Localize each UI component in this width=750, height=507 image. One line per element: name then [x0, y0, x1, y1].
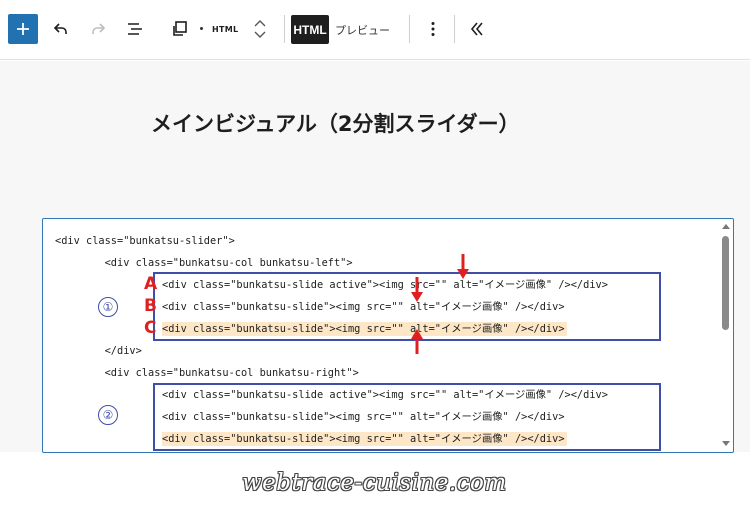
- code-line[interactable]: <div class="bunkatsu-col bunkatsu-left">: [55, 256, 353, 270]
- arrow-down-icon: [457, 254, 469, 279]
- watermark-text: webtrace-cuisine.com: [242, 470, 507, 496]
- redo-button[interactable]: [82, 13, 114, 45]
- toolbar-divider: [409, 15, 410, 43]
- document-outline-button[interactable]: [119, 13, 151, 45]
- chevron-double-left-icon: [470, 22, 483, 36]
- scrollbar-thumb[interactable]: [722, 236, 729, 330]
- annotation-number-1: ①: [98, 297, 118, 317]
- annotation-box-group-1: [153, 272, 661, 341]
- annotation-letter-a: A: [144, 274, 158, 294]
- undo-icon: [53, 23, 67, 34]
- toolbar-divider: [454, 15, 455, 43]
- preview-tab[interactable]: プレビュー: [335, 17, 390, 43]
- chevron-down-icon[interactable]: [253, 29, 267, 41]
- more-vertical-icon: [431, 22, 435, 36]
- undo-button[interactable]: [45, 13, 77, 45]
- collapse-toolbar-button[interactable]: [461, 13, 493, 45]
- more-options-button[interactable]: [417, 13, 449, 45]
- page-title[interactable]: メインビジュアル（2分割スライダー）: [151, 108, 520, 138]
- scroll-down-arrow-icon[interactable]: [721, 440, 731, 448]
- block-type-button[interactable]: [164, 13, 196, 45]
- code-line[interactable]: <div class="bunkatsu-slider">: [55, 234, 235, 248]
- redo-icon: [92, 23, 106, 34]
- html-tab[interactable]: HTML: [291, 15, 329, 44]
- annotation-letter-b: B: [144, 296, 157, 316]
- annotation-box-group-2: [153, 383, 661, 451]
- block-mover[interactable]: [250, 14, 270, 44]
- list-view-icon: [128, 23, 142, 35]
- arrow-down-icon: [411, 277, 423, 302]
- block-type-label: HTML: [212, 24, 239, 34]
- code-line[interactable]: <div class="bunkatsu-col bunkatsu-right"…: [55, 366, 359, 380]
- chevron-up-icon[interactable]: [253, 17, 267, 29]
- copy-block-icon: [173, 21, 187, 36]
- arrow-up-icon: [411, 329, 423, 354]
- heading-block-area: [0, 61, 750, 219]
- code-line[interactable]: </div>: [55, 344, 142, 358]
- scroll-up-arrow-icon[interactable]: [721, 222, 731, 230]
- plus-icon: [17, 23, 29, 35]
- annotation-number-2: ②: [98, 405, 118, 425]
- annotation-letter-c: C: [144, 318, 157, 338]
- drag-handle-dot[interactable]: [200, 27, 203, 30]
- add-block-button[interactable]: [8, 14, 38, 44]
- toolbar-divider: [284, 15, 285, 43]
- editor-toolbar: HTML HTML プレビュー: [0, 0, 750, 60]
